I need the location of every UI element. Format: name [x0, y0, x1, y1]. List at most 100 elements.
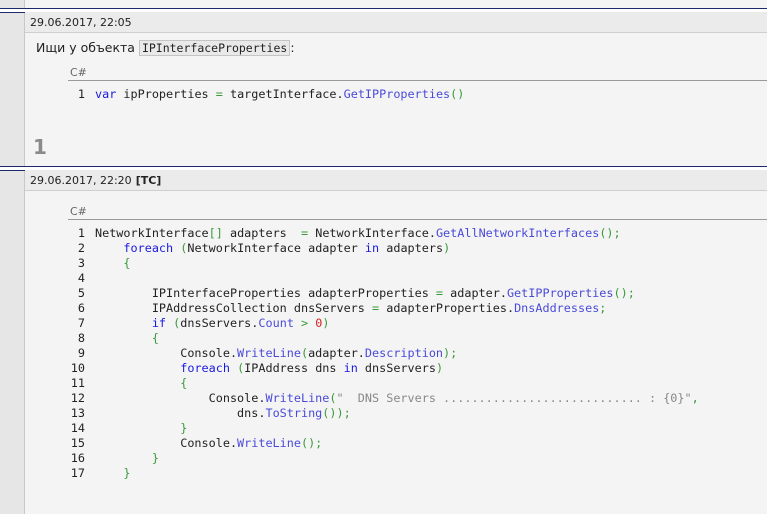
- code-line: 4: [60, 271, 699, 286]
- line-number: 1: [77, 87, 85, 101]
- code-token: WriteLine: [265, 391, 330, 405]
- code-line: 3 {: [60, 256, 699, 271]
- code-language: C#: [70, 66, 87, 79]
- code-token: DnsAddresses: [514, 301, 600, 315]
- code-line: 14 }: [60, 421, 699, 436]
- code-token: NetworkInterface.: [308, 226, 436, 240]
- code-token: GetIPProperties: [343, 87, 451, 101]
- code-language: C#: [70, 205, 87, 218]
- message-text-end: :: [290, 40, 295, 55]
- line-number: 14: [70, 421, 85, 435]
- post-tag: [TC]: [135, 174, 162, 187]
- code-token: adapter.: [308, 346, 365, 360]
- line-number: 12: [70, 391, 85, 405]
- code-token: IPAddress dns: [244, 361, 344, 375]
- code-token: var: [95, 87, 117, 101]
- code-token: ipProperties: [116, 87, 216, 101]
- line-number: 3: [77, 256, 85, 270]
- code-token: ToString: [265, 406, 323, 420]
- inline-code: IPInterfaceProperties: [138, 40, 291, 56]
- code-line: 6 IPAddressCollection dnsServers = adapt…: [60, 301, 699, 316]
- code-token: ();: [599, 226, 621, 240]
- message-text: Ищи у объекта: [36, 40, 139, 55]
- code-token: }: [180, 421, 188, 435]
- line-number: 13: [70, 406, 85, 420]
- code-block: 1 NetworkInterface[] adapters = NetworkIn…: [60, 226, 699, 481]
- code-line: 7 if (dnsServers.Count > 0): [60, 316, 699, 331]
- code-token: foreach: [180, 361, 230, 375]
- code-line: 1 var ipProperties = targetInterface.GetI…: [60, 87, 464, 102]
- code-token: dnsServers.: [180, 316, 259, 330]
- line-number: 1: [77, 226, 85, 240]
- code-token: Description: [364, 346, 444, 360]
- post-header: 29.06.2017, 22:20 [TC]: [25, 170, 767, 191]
- code-token: NetworkInterface adapter: [187, 241, 365, 255]
- code-token: NetworkInterface: [95, 226, 209, 240]
- code-token: dnsServers: [357, 361, 436, 375]
- line-number: 10: [70, 361, 85, 375]
- post-timestamp: 29.06.2017, 22:05: [30, 16, 132, 29]
- post-score: 1: [33, 135, 47, 159]
- code-token: (: [300, 346, 309, 360]
- code-token: (): [450, 87, 465, 101]
- code-token: }: [151, 451, 159, 465]
- code-token: WriteLine: [237, 346, 301, 360]
- code-rule: [68, 80, 767, 81]
- code-line: 13 dns.ToString());: [60, 406, 699, 421]
- code-token: ();: [613, 286, 635, 300]
- code-token: GetAllNetworkInterfaces: [435, 226, 600, 240]
- line-number: 16: [70, 451, 85, 465]
- post-message: Ищи у объекта IPInterfaceProperties:: [36, 40, 295, 56]
- line-number: 5: [77, 286, 85, 300]
- code-token: in: [343, 361, 358, 375]
- code-token: =: [435, 286, 444, 300]
- code-token: adapters: [222, 226, 301, 240]
- line-number: 4: [77, 271, 85, 285]
- code-line: 8 {: [60, 331, 699, 346]
- line-number: 7: [77, 316, 85, 330]
- line-number: 17: [70, 466, 85, 480]
- code-token: ();: [300, 436, 323, 450]
- code-token: Console.: [95, 436, 238, 450]
- code-token: []: [208, 226, 223, 240]
- code-token: );: [443, 346, 458, 360]
- line-number: 6: [77, 301, 85, 315]
- code-token: ;: [599, 301, 607, 315]
- code-rule: [68, 219, 767, 220]
- code-line: 15 Console.WriteLine();: [60, 436, 699, 451]
- code-block: 1 var ipProperties = targetInterface.GetI…: [60, 87, 464, 102]
- code-token: adapters: [379, 241, 444, 255]
- code-token: foreach: [123, 241, 174, 255]
- line-number: 8: [77, 331, 85, 345]
- line-number: 9: [77, 346, 85, 360]
- code-token: ): [443, 241, 451, 255]
- code-line: 10 foreach (IPAddress dns in dnsServers): [60, 361, 699, 376]
- code-token: ): [435, 361, 444, 375]
- code-token: in: [364, 241, 380, 255]
- post-header: 29.06.2017, 22:05: [25, 12, 767, 33]
- code-token: (: [329, 391, 337, 405]
- code-token: adapterProperties.: [379, 301, 515, 315]
- line-number: 11: [70, 376, 85, 390]
- code-token: ());: [322, 406, 351, 420]
- code-token: if: [151, 316, 167, 330]
- code-line: 12 Console.WriteLine(" DNS Servers .....…: [60, 391, 699, 406]
- code-token: Console.: [95, 346, 238, 360]
- code-token: adapter.: [443, 286, 507, 300]
- code-token: {: [180, 376, 188, 390]
- code-token: }: [123, 466, 131, 480]
- post-timestamp: 29.06.2017, 22:20: [30, 174, 132, 187]
- code-token: targetInterface.: [222, 87, 344, 101]
- code-line: 1 NetworkInterface[] adapters = NetworkIn…: [60, 226, 699, 241]
- code-line: 11 {: [60, 376, 699, 391]
- code-line: 17 }: [60, 466, 699, 481]
- code-token: Count: [258, 316, 294, 330]
- code-line: 16 }: [60, 451, 699, 466]
